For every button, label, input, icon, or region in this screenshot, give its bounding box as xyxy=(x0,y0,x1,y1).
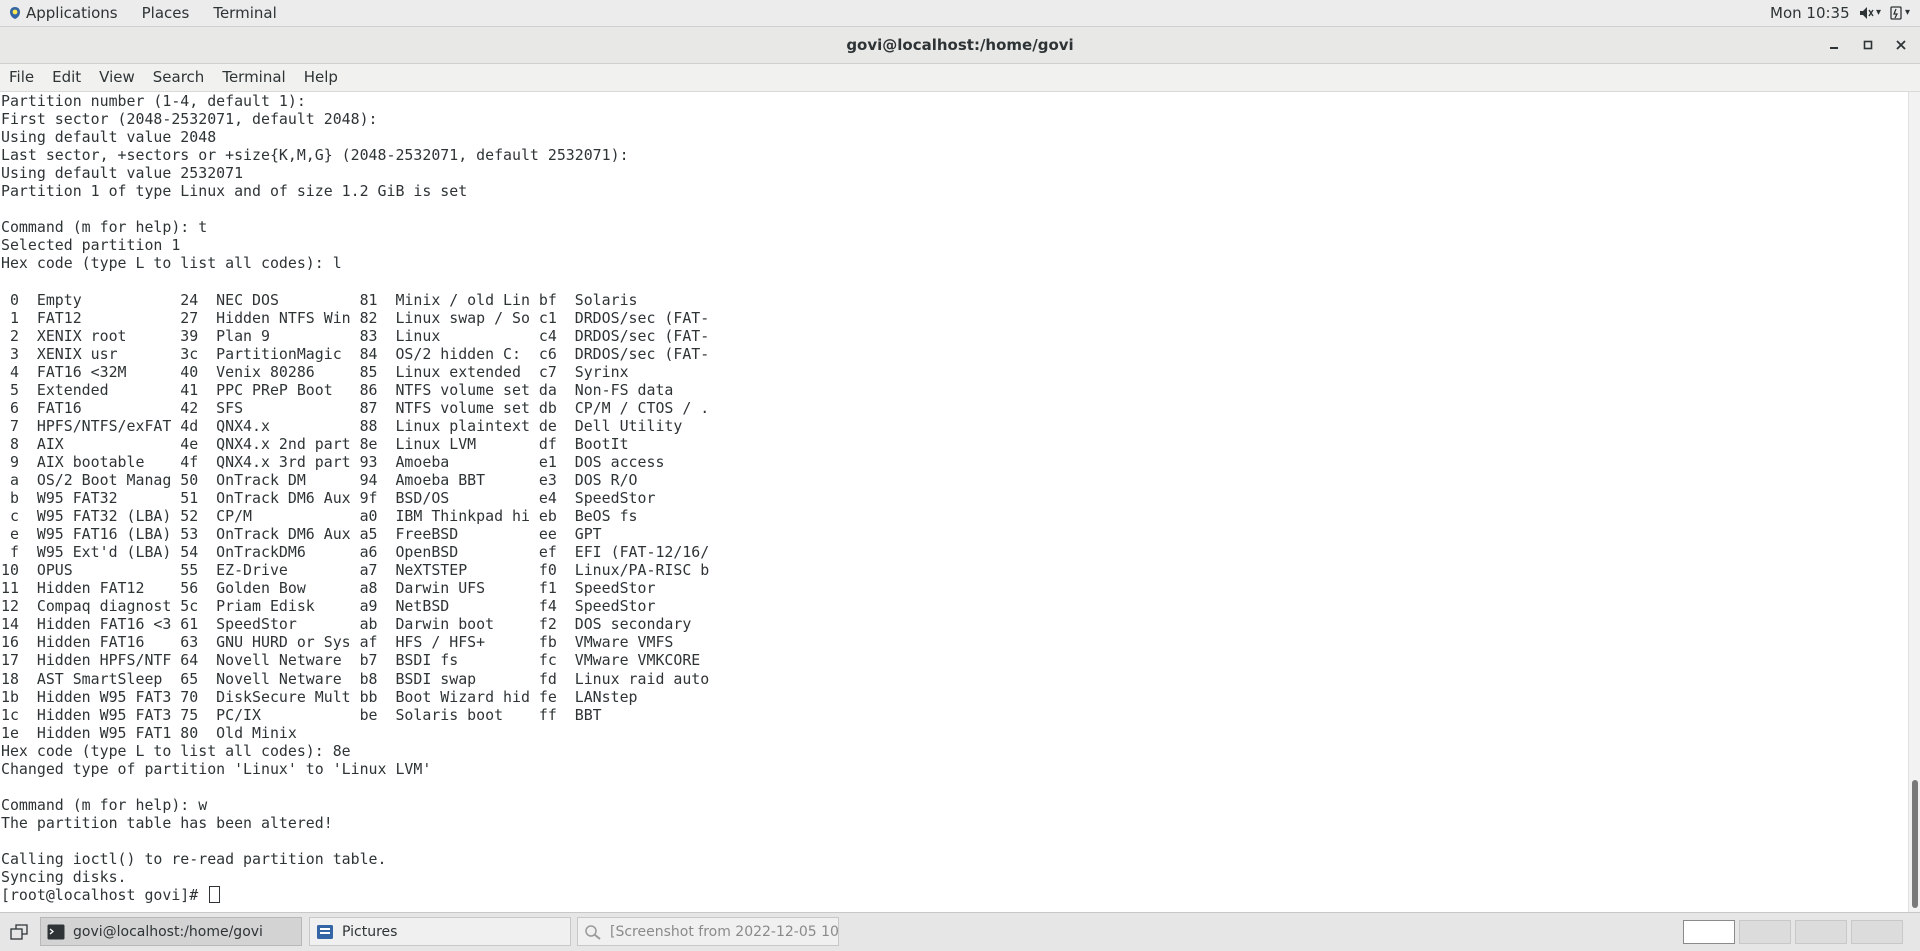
menu-help[interactable]: Help xyxy=(295,64,347,91)
terminal-line: e W95 FAT16 (LBA) 53 OnTrack DM6 Aux a5 … xyxy=(9,525,602,544)
terminal-line: 14 Hidden FAT16 <3 61 SpeedStor ab Darwi… xyxy=(1,615,692,634)
terminal-line: 16 Hidden FAT16 63 GNU HURD or Sys af HF… xyxy=(1,633,674,652)
task-label: govi@localhost:/home/govi xyxy=(73,923,263,940)
menu-view[interactable]: View xyxy=(90,64,144,91)
terminal-line: Command (m for help): t xyxy=(1,218,208,237)
minimize-icon[interactable] xyxy=(1825,36,1843,54)
maximize-icon[interactable] xyxy=(1859,36,1877,54)
window-title: govi@localhost:/home/govi xyxy=(846,36,1074,54)
task-pictures[interactable]: Pictures xyxy=(309,917,571,946)
terminal-line: Changed type of partition 'Linux' to 'Li… xyxy=(1,759,432,778)
folder-icon xyxy=(317,924,333,939)
power-icon[interactable] xyxy=(1888,5,1904,21)
menubar: File Edit View Search Terminal Help xyxy=(0,64,1920,92)
window-titlebar[interactable]: govi@localhost:/home/govi xyxy=(0,27,1920,64)
workspace-1[interactable] xyxy=(1683,920,1735,944)
terminal-line: 0 Empty 24 NEC DOS 81 Minix / old Lin bf… xyxy=(9,290,638,309)
terminal-line: Using default value 2048 xyxy=(1,128,217,147)
top-panel: Applications Places Terminal Mon 10:35 ▾… xyxy=(0,0,1920,27)
terminal-line: 1 FAT12 27 Hidden NTFS Win 82 Linux swap… xyxy=(9,308,710,327)
terminal-line: 8 AIX 4e QNX4.x 2nd part 8e Linux LVM df… xyxy=(9,434,629,453)
terminal-line: Last sector, +sectors or +size{K,M,G} (2… xyxy=(1,146,629,165)
terminal-line: f W95 Ext'd (LBA) 54 OnTrackDM6 a6 OpenB… xyxy=(9,543,710,562)
menu-terminal[interactable]: Terminal xyxy=(213,64,294,91)
terminal-line: Hex code (type L to list all codes): 8e xyxy=(1,741,351,760)
terminal-line: 18 AST SmartSleep 65 Novell Netware b8 B… xyxy=(1,669,710,688)
terminal-line: c W95 FAT32 (LBA) 52 CP/M a0 IBM Thinkpa… xyxy=(9,507,638,526)
terminal-line: 5 Extended 41 PPC PReP Boot 86 NTFS volu… xyxy=(9,380,674,399)
volume-icon[interactable] xyxy=(1858,5,1874,21)
volume-dropdown-icon[interactable]: ▾ xyxy=(1876,0,1881,26)
terminal-line: 6 FAT16 42 SFS 87 NTFS volume set db CP/… xyxy=(9,398,710,417)
terminal-output[interactable]: Partition number (1-4, default 1): First… xyxy=(0,92,1908,912)
terminal-line: Command (m for help): w xyxy=(1,795,208,814)
terminal-line: 3 XENIX usr 3c PartitionMagic 84 OS/2 hi… xyxy=(9,344,710,363)
workspace-2[interactable] xyxy=(1739,920,1791,944)
menu-file[interactable]: File xyxy=(0,64,43,91)
apps-logo-icon[interactable] xyxy=(8,6,22,20)
close-icon[interactable] xyxy=(1892,36,1910,54)
workspace-4[interactable] xyxy=(1851,920,1903,944)
menu-search[interactable]: Search xyxy=(144,64,214,91)
shell-prompt: [root@localhost govi]# xyxy=(1,886,208,905)
terminal-line: b W95 FAT32 51 OnTrack DM6 Aux 9f BSD/OS… xyxy=(9,489,656,508)
terminal-line: 12 Compaq diagnost 5c Priam Edisk a9 Net… xyxy=(1,597,656,616)
terminal-line: Selected partition 1 xyxy=(1,236,181,255)
menu-edit[interactable]: Edit xyxy=(43,64,90,91)
show-desktop-icon[interactable] xyxy=(10,924,28,940)
task-label: [Screenshot from 2022-12-05 10-... xyxy=(610,923,839,940)
task-terminal[interactable]: govi@localhost:/home/govi xyxy=(40,917,302,946)
text-cursor xyxy=(209,886,221,904)
terminal-line: a OS/2 Boot Manag 50 OnTrack DM 94 Amoeb… xyxy=(9,470,638,489)
terminal-line: 2 XENIX root 39 Plan 9 83 Linux c4 DRDOS… xyxy=(9,326,710,345)
terminal-scrollbar[interactable] xyxy=(1908,92,1920,912)
terminal-line: 7 HPFS/NTFS/exFAT 4d QNX4.x 88 Linux pla… xyxy=(9,416,683,435)
task-label: Pictures xyxy=(342,923,398,940)
terminal-line: Using default value 2532071 xyxy=(1,164,244,183)
places-menu[interactable]: Places xyxy=(130,0,202,26)
terminal-line: 4 FAT16 <32M 40 Venix 80286 85 Linux ext… xyxy=(9,362,629,381)
terminal-text[interactable]: Partition number (1-4, default 1): First… xyxy=(1,92,709,904)
image-viewer-icon xyxy=(585,924,601,940)
terminal-line: 1b Hidden W95 FAT3 70 DiskSecure Mult bb… xyxy=(1,687,638,706)
terminal-line: 1e Hidden W95 FAT1 80 Old Minix xyxy=(1,723,297,742)
terminal-icon xyxy=(47,924,65,939)
terminal-line: Hex code (type L to list all codes): l xyxy=(1,254,342,273)
applications-menu[interactable]: Applications xyxy=(22,0,130,26)
scrollbar-thumb[interactable] xyxy=(1912,780,1918,908)
taskbar: govi@localhost:/home/govi Pictures [Scre… xyxy=(0,912,1920,951)
clock[interactable]: Mon 10:35 xyxy=(1770,0,1850,26)
terminal-line: 10 OPUS 55 EZ-Drive a7 NeXTSTEP f0 Linux… xyxy=(1,561,710,580)
terminal-line: Calling ioctl() to re-read partition tab… xyxy=(1,849,387,868)
terminal-app-menu[interactable]: Terminal xyxy=(201,0,288,26)
task-screenshot[interactable]: [Screenshot from 2022-12-05 10-... xyxy=(577,917,839,946)
workspace-3[interactable] xyxy=(1795,920,1847,944)
terminal-line: Partition number (1-4, default 1): xyxy=(1,92,306,110)
terminal-line: Syncing disks. xyxy=(1,868,127,887)
terminal-line: First sector (2048-2532071, default 2048… xyxy=(1,110,378,129)
terminal-line: The partition table has been altered! xyxy=(1,813,333,832)
terminal-line: Partition 1 of type Linux and of size 1.… xyxy=(1,182,468,201)
terminal-line: 11 Hidden FAT12 56 Golden Bow a8 Darwin … xyxy=(1,579,656,598)
terminal-line: 9 AIX bootable 4f QNX4.x 3rd part 93 Amo… xyxy=(9,452,665,471)
terminal-line: 1c Hidden W95 FAT3 75 PC/IX be Solaris b… xyxy=(1,705,602,724)
system-dropdown-icon[interactable]: ▾ xyxy=(1905,0,1910,26)
terminal-lines: Partition number (1-4, default 1): First… xyxy=(1,92,709,886)
terminal-line: 17 Hidden HPFS/NTF 64 Novell Netware b7 … xyxy=(1,651,701,670)
